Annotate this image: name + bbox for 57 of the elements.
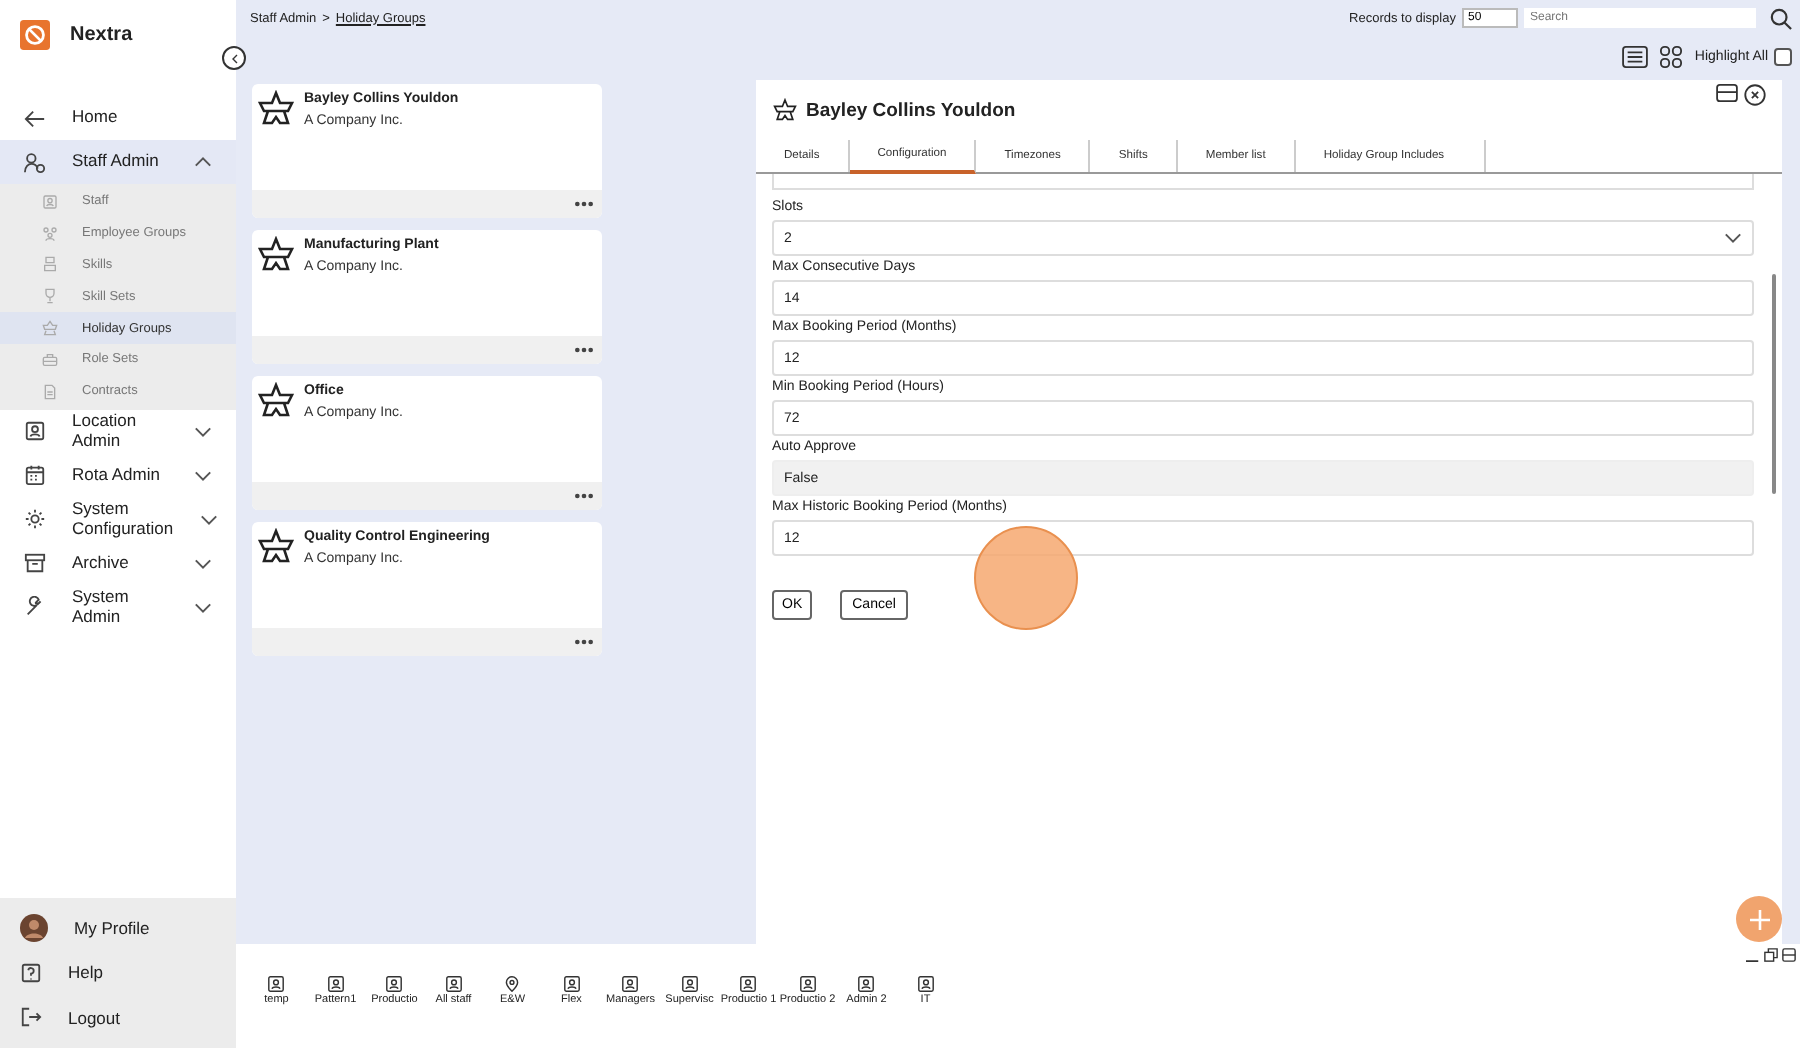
- person-icon: [681, 976, 698, 992]
- settings-icon: [24, 508, 46, 531]
- person-icon: [858, 976, 875, 992]
- location-pin-icon: [504, 976, 521, 992]
- person-icon: [563, 976, 580, 992]
- skill-icon: [42, 256, 58, 273]
- person-icon: [622, 976, 639, 992]
- nav-item[interactable]: Archive: [0, 541, 236, 586]
- restore-icon[interactable]: [1764, 948, 1778, 962]
- briefcase-icon: [42, 351, 58, 368]
- app-name: Nextra: [70, 23, 133, 45]
- person-icon: [799, 976, 816, 992]
- close-icon[interactable]: [1744, 84, 1766, 106]
- group-icon: [42, 225, 58, 242]
- window-icon[interactable]: [1716, 84, 1738, 102]
- trophy-icon: [42, 288, 58, 305]
- help-icon: [20, 961, 42, 984]
- panel-title: Bayley Collins Youldon: [806, 99, 1016, 121]
- nav-item[interactable]: Help: [0, 950, 236, 995]
- touch-indicator: [974, 526, 1078, 630]
- list-view-icon[interactable]: [1622, 45, 1649, 67]
- document-icon: [42, 383, 58, 400]
- logout-icon: [20, 1006, 42, 1029]
- id-badge-icon: [42, 193, 58, 210]
- chevron-left-icon: [229, 53, 239, 63]
- avatar-icon: [20, 913, 48, 942]
- nav-item[interactable]: Home: [0, 96, 236, 140]
- plus-icon: [1747, 907, 1771, 931]
- more-icon[interactable]: [574, 200, 594, 208]
- more-icon[interactable]: [574, 346, 594, 354]
- logo-icon: [20, 19, 50, 49]
- nav-item[interactable]: System Configuration: [0, 497, 236, 542]
- nav-item[interactable]: Location Admin: [0, 409, 236, 454]
- nav-item[interactable]: System Admin: [0, 585, 236, 630]
- back-arrow-icon: [24, 107, 46, 129]
- archive-icon: [24, 552, 46, 575]
- chevron-down-icon: [1724, 232, 1742, 244]
- wrench-icon: [24, 596, 46, 619]
- input-field[interactable]: [772, 174, 1754, 190]
- more-icon[interactable]: [574, 638, 594, 646]
- id-badge-icon: [24, 420, 46, 443]
- nav-item[interactable]: Logout: [0, 995, 236, 1040]
- grid-view-icon[interactable]: [1660, 45, 1683, 67]
- search-icon[interactable]: [1770, 7, 1792, 29]
- nav-item[interactable]: My Profile: [0, 905, 236, 950]
- nav-item[interactable]: Rota Admin: [0, 453, 236, 498]
- users-icon: [24, 151, 46, 173]
- person-icon: [268, 976, 285, 992]
- person-icon: [445, 976, 462, 992]
- person-icon: [740, 976, 757, 992]
- highlight-checkbox[interactable]: [1774, 47, 1792, 65]
- more-icon[interactable]: [574, 492, 594, 500]
- person-icon: [327, 976, 344, 992]
- calendar-icon: [24, 464, 46, 487]
- person-icon: [386, 976, 403, 992]
- person-icon: [917, 976, 934, 992]
- window-icon[interactable]: [1782, 948, 1796, 962]
